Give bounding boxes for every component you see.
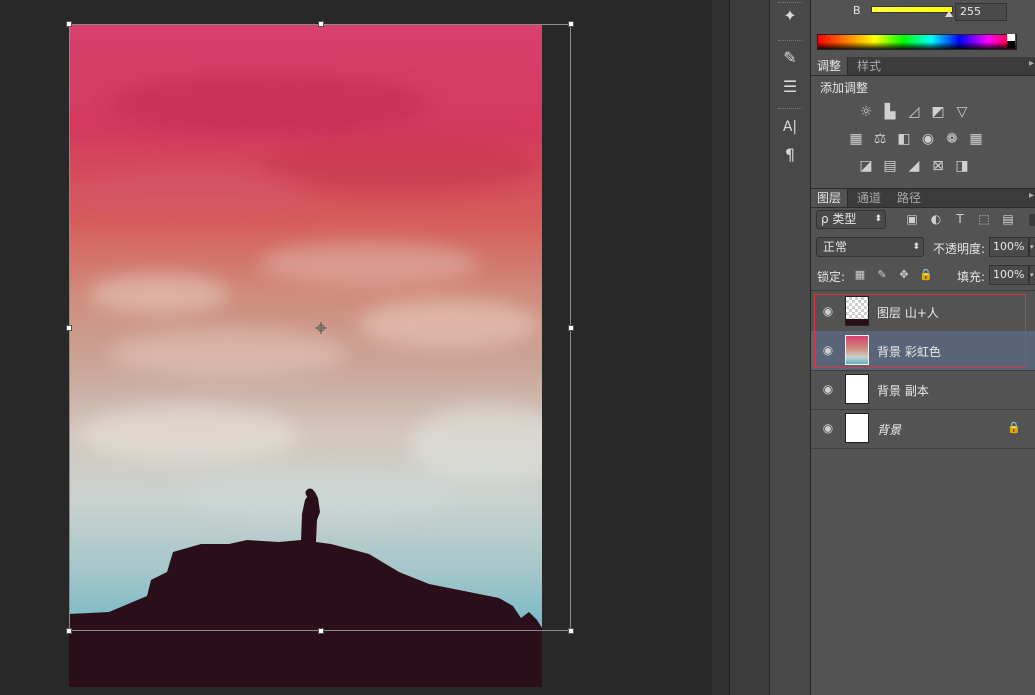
layer-thumbnail [845, 374, 869, 404]
invert-icon[interactable]: ◪ [857, 157, 875, 175]
layer-row[interactable]: ◉ 背景 彩虹色 [811, 331, 1035, 371]
visibility-eye-icon[interactable]: ◉ [821, 382, 835, 396]
transform-handle-bottom-right[interactable] [568, 628, 574, 634]
tab-channels[interactable]: 通道 [851, 189, 887, 207]
select-arrows-icon: ⬍ [874, 214, 882, 224]
tool-separator [778, 2, 802, 3]
transform-handle-bottom-left[interactable] [66, 628, 72, 634]
curves-icon[interactable]: ◿ [905, 103, 923, 121]
color-sampler-icon[interactable]: ✦ [778, 5, 802, 27]
opacity-label: 不透明度: [933, 242, 986, 256]
transform-handle-right[interactable] [568, 325, 574, 331]
brush-presets-icon[interactable]: ✎ [778, 47, 802, 69]
fill-label: 填充: [957, 270, 986, 284]
visibility-eye-icon[interactable]: ◉ [821, 304, 835, 318]
layers-tabbar: 图层 通道 路径 ▸ [811, 188, 1035, 208]
collapsed-panel-icons: ✦ ✎ ☰ A| ¶ [769, 0, 811, 695]
channel-slider[interactable] [871, 6, 953, 13]
brightness-icon[interactable]: ☼ [857, 103, 875, 121]
lock-label: 锁定: [817, 270, 846, 284]
black-swatch[interactable] [1007, 41, 1015, 48]
fill-field[interactable]: 100% [989, 265, 1029, 285]
white-swatch[interactable] [1007, 34, 1015, 41]
color-balance-icon[interactable]: ⚖ [871, 130, 889, 148]
transform-handle-top-right[interactable] [568, 21, 574, 27]
hue-saturation-icon[interactable]: ▦ [847, 130, 865, 148]
opacity-dropdown-icon[interactable]: ▾ [1029, 237, 1035, 257]
add-adjustment-label: 添加调整 [820, 81, 869, 95]
layer-name: 背景 [877, 423, 902, 437]
color-lookup-icon[interactable]: ▦ [967, 130, 985, 148]
transform-handle-top-left[interactable] [66, 21, 72, 27]
lock-move-icon[interactable]: ✥ [895, 266, 913, 284]
lock-transparent-icon[interactable]: ▦ [851, 266, 869, 284]
tab-layers[interactable]: 图层 [811, 189, 849, 207]
layer-filter-label: ρ 类型 [821, 212, 857, 226]
channel-value-field[interactable]: 255 [955, 3, 1007, 21]
fill-dropdown-icon[interactable]: ▾ [1029, 265, 1035, 285]
blend-mode-select[interactable]: 正常 ⬍ [816, 237, 924, 257]
filter-smart-icon[interactable]: ▤ [999, 210, 1017, 228]
photo-filter-icon[interactable]: ◉ [919, 130, 937, 148]
transform-handle-top[interactable] [318, 21, 324, 27]
tool-separator [778, 108, 802, 109]
layers-divider [811, 290, 1035, 291]
layer-thumbnail [845, 413, 869, 443]
tab-adjustments[interactable]: 调整 [811, 57, 849, 75]
transform-center-point-icon[interactable] [315, 322, 327, 334]
black-white-icon[interactable]: ◧ [895, 130, 913, 148]
opacity-field[interactable]: 100% [989, 237, 1029, 257]
threshold-icon[interactable]: ◢ [905, 157, 923, 175]
levels-icon[interactable]: ▙ [881, 103, 899, 121]
layer-row[interactable]: ◉ 图层 山+人 [811, 292, 1035, 332]
panel-menu-icon[interactable]: ▸ [1029, 190, 1034, 201]
layer-name: 背景 副本 [877, 384, 929, 398]
layer-row[interactable]: ◉ 背景 🔒 [811, 409, 1035, 449]
filter-shape-icon[interactable]: ⬚ [975, 210, 993, 228]
tab-styles[interactable]: 样式 [851, 57, 887, 75]
filter-pixel-icon[interactable]: ▣ [903, 210, 921, 228]
canvas-scroll-gutter [712, 0, 729, 695]
layer-thumbnail [845, 335, 869, 365]
channel-slider-thumb[interactable] [945, 11, 953, 17]
paragraph-icon[interactable]: ¶ [778, 144, 802, 166]
visibility-eye-icon[interactable]: ◉ [821, 421, 835, 435]
document-canvas-area[interactable] [0, 0, 712, 695]
channel-label: B [853, 4, 861, 17]
visibility-eye-icon[interactable]: ◉ [821, 343, 835, 357]
blend-mode-value: 正常 [823, 240, 848, 254]
channel-mixer-icon[interactable]: ❁ [943, 130, 961, 148]
panel-dock-strip [729, 0, 770, 695]
tab-paths[interactable]: 路径 [891, 189, 927, 207]
panel-menu-icon[interactable]: ▸ [1029, 58, 1034, 69]
transform-handle-left[interactable] [66, 325, 72, 331]
adjustments-tabbar: 调整 样式 ▸ [811, 57, 1035, 76]
filter-type-icon[interactable]: T [951, 210, 969, 228]
posterize-icon[interactable]: ▤ [881, 157, 899, 175]
layer-list: ◉ 图层 山+人 ◉ 背景 彩虹色 ◉ 背景 副本 ◉ 背景 🔒 [811, 292, 1035, 450]
layer-thumbnail [845, 296, 869, 326]
transform-handle-bottom[interactable] [318, 628, 324, 634]
filter-adjust-icon[interactable]: ◐ [927, 210, 945, 228]
color-panel: B 255 [811, 0, 1035, 56]
vibrance-icon[interactable]: ▽ [953, 103, 971, 121]
right-panels: B 255 调整 样式 ▸ 添加调整 ☼ ▙ ◿ ◩ ▽ ▦ ⚖ ◧ ◉ ❁ ▦ ◪ ▤ ◢ ⊠ ◨ 图层 通… [810, 0, 1035, 695]
color-spectrum-ramp[interactable] [817, 34, 1017, 50]
character-icon[interactable]: A| [778, 116, 802, 138]
filter-toggle[interactable] [1029, 214, 1035, 226]
exposure-icon[interactable]: ◩ [929, 103, 947, 121]
layer-name: 图层 山+人 [877, 306, 939, 320]
layer-filter-select[interactable]: ρ 类型 ⬍ [816, 210, 886, 229]
lock-all-icon[interactable]: 🔒 [917, 266, 935, 284]
select-arrows-icon: ⬍ [912, 242, 920, 252]
gradient-map-icon[interactable]: ◨ [953, 157, 971, 175]
adjust-sliders-icon[interactable]: ☰ [778, 76, 802, 98]
lock-paint-icon[interactable]: ✎ [873, 266, 891, 284]
layer-name: 背景 彩虹色 [877, 345, 941, 359]
layer-lock-icon: 🔒 [1007, 421, 1021, 434]
selective-color-icon[interactable]: ⊠ [929, 157, 947, 175]
layer-row[interactable]: ◉ 背景 副本 [811, 370, 1035, 410]
tool-separator [778, 40, 802, 41]
